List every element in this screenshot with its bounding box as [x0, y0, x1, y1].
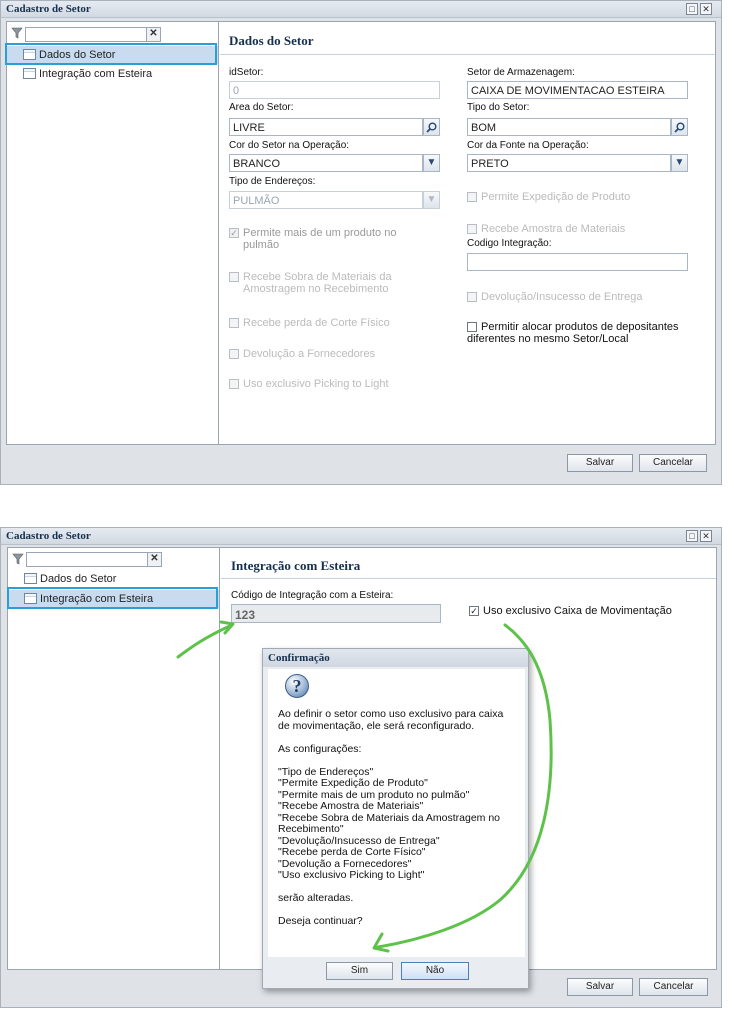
clear-filter-button[interactable]: ✕ — [147, 552, 162, 567]
tipo-setor-field[interactable]: BOM — [467, 118, 671, 136]
codigo-integracao-esteira-field[interactable]: 123 — [231, 604, 441, 623]
tree-filter-input[interactable] — [26, 552, 148, 567]
question-icon: ? — [285, 674, 309, 698]
maximize-icon[interactable]: □ — [686, 530, 698, 542]
checkbox-icon[interactable] — [229, 272, 239, 282]
cancel-button[interactable]: Cancelar — [639, 978, 708, 996]
tipo-enderecos-label: Tipo de Endereços: — [229, 176, 316, 187]
idsetor-label: idSetor: — [229, 67, 264, 78]
tree-item-label: Dados do Setor — [40, 573, 117, 585]
dialog-message: Ao definir o setor como uso exclusivo pa… — [278, 708, 504, 927]
window-body: ✕ Dados do Setor Integração com Esteira … — [6, 21, 716, 445]
check-permitir-alocar[interactable]: Permitir alocar produtos de depositantes… — [467, 321, 697, 345]
panel-title-divider — [220, 54, 715, 55]
dialog-title: Confirmação — [268, 652, 330, 664]
codigo-integracao-label: Codigo Integração: — [467, 238, 552, 249]
codigo-integracao-esteira-label: Código de Integração com a Esteira: — [231, 590, 394, 601]
tree-panel: ✕ Dados do Setor Integração com Esteira — [8, 548, 220, 969]
area-setor-label: Area do Setor: — [229, 102, 294, 113]
search-icon[interactable] — [671, 118, 688, 136]
dialog-body: ? Ao definir o setor como uso exclusivo … — [268, 669, 525, 957]
selection-highlight — [7, 587, 218, 609]
check-permite-expedicao[interactable]: Permite Expedição de Produto — [467, 191, 697, 203]
cancel-button[interactable]: Cancelar — [639, 454, 707, 472]
checkbox-icon[interactable] — [467, 192, 477, 202]
chevron-down-icon[interactable]: ▼ — [671, 154, 688, 172]
window-title: Cadastro de Setor — [6, 3, 91, 15]
check-recebe-amostra[interactable]: Recebe Amostra de Materiais — [467, 223, 697, 235]
panel-title: Integração com Esteira — [231, 558, 361, 573]
check-devolucao-insucesso[interactable]: Devolução/Insucesso de Entrega — [467, 291, 697, 303]
filter-icon — [12, 553, 24, 565]
setor-armazenagem-label: Setor de Armazenagem: — [467, 67, 575, 78]
window-titlebar[interactable]: Cadastro de Setor □ ✕ — [1, 528, 721, 545]
cor-fonte-select[interactable]: PRETO — [467, 154, 671, 172]
check-devolucao-fornecedores[interactable]: Devolução a Fornecedores — [229, 348, 439, 360]
close-icon[interactable]: ✕ — [700, 530, 712, 542]
table-icon — [24, 573, 37, 584]
checkbox-icon[interactable] — [467, 292, 477, 302]
filter-icon — [11, 27, 23, 39]
idsetor-field[interactable]: 0 — [229, 81, 440, 99]
checkbox-icon[interactable] — [229, 349, 239, 359]
tree-filter-input[interactable] — [25, 27, 147, 42]
confirmation-dialog: Confirmação ? Ao definir o setor como us… — [262, 648, 529, 989]
tree-panel: ✕ Dados do Setor Integração com Esteira — [7, 22, 219, 444]
check-uso-picking[interactable]: Uso exclusivo Picking to Light — [229, 378, 439, 390]
codigo-integracao-field[interactable] — [467, 253, 688, 271]
cor-setor-label: Cor do Setor na Operação: — [229, 140, 350, 151]
checkbox-icon[interactable] — [229, 379, 239, 389]
selection-highlight — [5, 43, 217, 65]
table-icon — [23, 68, 36, 79]
check-recebe-perda[interactable]: Recebe perda de Corte Físico — [229, 317, 439, 329]
tipo-setor-label: Tipo do Setor: — [467, 102, 530, 113]
checkbox-icon[interactable]: ✓ — [469, 606, 479, 616]
area-setor-field[interactable]: LIVRE — [229, 118, 423, 136]
save-button[interactable]: Salvar — [567, 978, 633, 996]
setor-armazenagem-field[interactable]: CAIXA DE MOVIMENTACAO ESTEIRA — [467, 81, 688, 99]
checkbox-icon[interactable] — [229, 318, 239, 328]
no-button[interactable]: Não — [401, 962, 469, 980]
check-uso-exclusivo-caixa[interactable]: ✓ Uso exclusivo Caixa de Movimentação — [469, 605, 709, 617]
cor-fonte-label: Cor da Fonte na Operação: — [467, 140, 589, 151]
dialog-titlebar[interactable]: Confirmação — [263, 649, 528, 667]
close-icon[interactable]: ✕ — [700, 3, 712, 15]
tipo-enderecos-select[interactable]: PULMÃO — [229, 191, 423, 209]
tree-item-integracao-esteira[interactable]: Integração com Esteira — [7, 65, 218, 83]
search-icon[interactable] — [423, 118, 440, 136]
checkbox-icon[interactable] — [467, 224, 477, 234]
checkbox-icon[interactable] — [467, 322, 477, 332]
yes-button[interactable]: Sim — [326, 962, 393, 980]
window-cadastro-setor-1: Cadastro de Setor □ ✕ ✕ Dados do Setor I… — [0, 0, 722, 485]
panel-title: Dados do Setor — [229, 33, 314, 48]
checkbox-icon[interactable]: ✓ — [229, 228, 239, 238]
panel-title-divider — [221, 578, 716, 579]
save-button[interactable]: Salvar — [567, 454, 633, 472]
check-permite-mais-produto[interactable]: ✓ Permite mais de um produto no pulmão — [229, 227, 419, 251]
cor-setor-select[interactable]: BRANCO — [229, 154, 423, 172]
window-title: Cadastro de Setor — [6, 530, 91, 542]
chevron-down-icon[interactable]: ▼ — [423, 154, 440, 172]
chevron-down-icon[interactable]: ▼ — [423, 191, 440, 209]
tree-item-dados-do-setor[interactable]: Dados do Setor — [8, 570, 219, 588]
window-titlebar[interactable]: Cadastro de Setor □ ✕ — [1, 1, 721, 18]
check-recebe-sobra[interactable]: Recebe Sobra de Materiais da Amostragem … — [229, 271, 429, 295]
clear-filter-button[interactable]: ✕ — [146, 27, 161, 42]
maximize-icon[interactable]: □ — [686, 3, 698, 15]
tree-item-label: Integração com Esteira — [39, 68, 153, 80]
